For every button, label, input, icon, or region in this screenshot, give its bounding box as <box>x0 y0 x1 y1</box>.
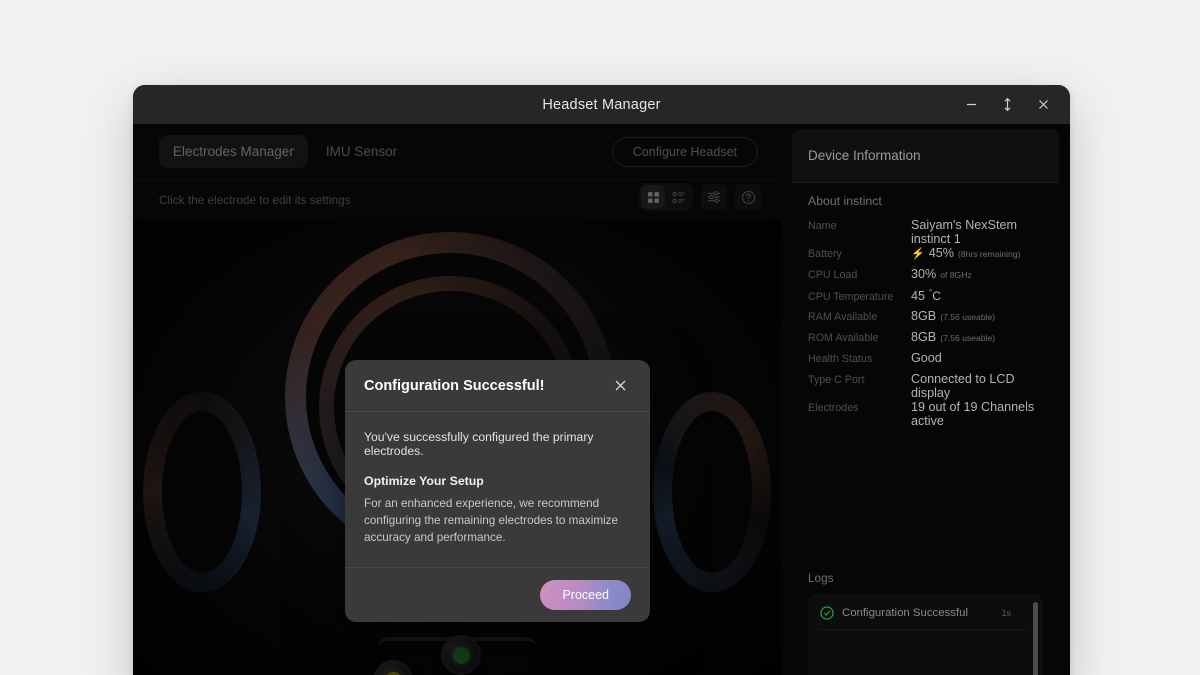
device-info-value: 8GB (7.56 useable) <box>911 330 995 344</box>
device-info-row: RAM Available 8GB (7.56 useable) <box>808 309 1043 330</box>
dialog-body: You've successfully configured the prima… <box>345 412 650 568</box>
title-bar: Headset Manager <box>133 85 1070 124</box>
about-title: About instinct <box>808 194 882 208</box>
device-info-value-text: 19 out of 19 Channels active <box>911 400 1035 428</box>
device-info-value: 19 out of 19 Channels active <box>911 400 1043 428</box>
about-section: About instinct Name Saiyam's NexStem inst… <box>792 194 1059 428</box>
log-entry-text: Configuration Successful <box>842 607 968 619</box>
device-info-key: Battery <box>808 248 842 260</box>
device-info-row: Name Saiyam's NexStem instinct 1 <box>808 218 1043 246</box>
device-info-key: Electrodes <box>808 402 859 414</box>
dialog-close-icon[interactable] <box>609 375 631 397</box>
app-window: Headset Manager Electrodes Manager IMU S… <box>133 85 1070 675</box>
device-info-value-text: Saiyam's NexStem instinct 1 <box>911 218 1017 246</box>
device-info-value: 30% of 8GHz <box>911 267 972 281</box>
device-info-key: Health Status <box>808 353 873 365</box>
log-entry[interactable]: Configuration Successful 1s <box>820 602 1025 630</box>
dialog-header: Configuration Successful! <box>345 360 650 412</box>
logs-title: Logs <box>808 571 834 585</box>
device-info-value: 8GB (7.56 useable) <box>911 309 995 323</box>
device-info-note: (7.56 useable) <box>940 312 996 322</box>
log-entry-time: 1s <box>1001 608 1011 618</box>
device-info-row: CPU Temperature 45 °C <box>808 288 1043 309</box>
check-circle-icon <box>820 606 834 620</box>
device-information-panel: Device Information About instinct Name Sa… <box>781 124 1070 675</box>
device-info-note: (8hrs remaining) <box>957 249 1021 259</box>
dialog-description: For an enhanced experience, we recommend… <box>364 497 619 545</box>
bolt-icon: ⚡ <box>911 248 925 260</box>
page-root: Headset Manager Electrodes Manager IMU S… <box>0 0 1200 675</box>
logs-list[interactable]: Configuration Successful 1s <box>808 594 1043 675</box>
device-info-note: of 8GHz <box>940 270 972 280</box>
device-info-key: Name <box>808 220 837 232</box>
proceed-button[interactable]: Proceed <box>540 579 631 610</box>
device-info-note: (7.56 useable) <box>940 333 996 343</box>
device-info-value-text: 45% <box>928 246 954 260</box>
device-info-value-text: 8GB <box>911 330 937 344</box>
window-title: Headset Manager <box>542 96 661 113</box>
device-info-value: Saiyam's NexStem instinct 1 <box>911 218 1043 246</box>
device-info-key: RAM Available <box>808 311 878 323</box>
device-info-key: Type C Port <box>808 374 865 386</box>
device-info-row: ROM Available 8GB (7.56 useable) <box>808 330 1043 351</box>
dialog-message: You've successfully configured the prima… <box>364 430 594 458</box>
device-info-value-text: Connected to LCD display <box>911 372 1015 400</box>
window-controls <box>956 85 1058 124</box>
dialog-title: Configuration Successful! <box>364 377 545 394</box>
electrodes-panel: Electrodes Manager IMU Sensor Configure … <box>133 124 781 675</box>
minimize-button[interactable] <box>956 91 986 119</box>
device-info-value-text: Good <box>911 351 942 365</box>
device-info-value: Good <box>911 351 942 365</box>
device-info-value-text: 8GB <box>911 309 937 323</box>
device-rows: Name Saiyam's NexStem instinct 1 Battery ⚡ 4… <box>792 218 1059 428</box>
device-info-value-text: 30% <box>911 267 937 281</box>
device-info-key: CPU Temperature <box>808 291 894 303</box>
close-button[interactable] <box>1028 91 1058 119</box>
device-info-key: CPU Load <box>808 269 858 281</box>
device-info-row: CPU Load 30% of 8GHz <box>808 267 1043 288</box>
device-info-value-text: 45 <box>911 289 926 303</box>
device-info-key: ROM Available <box>808 332 879 344</box>
device-info-header: Device Information <box>792 129 1059 183</box>
window-body: Electrodes Manager IMU Sensor Configure … <box>133 124 1070 675</box>
device-info-title: Device Information <box>808 148 921 163</box>
device-info-value: Connected to LCD display <box>911 372 1043 400</box>
device-info-row: Type C Port Connected to LCD display <box>808 372 1043 400</box>
device-info-row: Electrodes 19 out of 19 Channels active <box>808 400 1043 428</box>
device-info-value: 45 °C <box>911 288 941 303</box>
device-info-unit: °C <box>929 288 941 303</box>
device-info-row: Battery ⚡ 45% (8hrs remaining) <box>808 246 1043 267</box>
configuration-success-dialog: Configuration Successful! You've success… <box>345 360 650 622</box>
maximize-button[interactable] <box>992 91 1022 119</box>
device-info-row: Health Status Good <box>808 351 1043 372</box>
dialog-subtitle: Optimize Your Setup <box>364 474 484 488</box>
logs-scrollbar-thumb[interactable] <box>1033 602 1038 675</box>
logs-section: Logs Configuration Successful 1s <box>792 571 1059 675</box>
device-info-value: ⚡ 45% (8hrs remaining) <box>911 246 1021 260</box>
dialog-footer: Proceed <box>345 568 650 622</box>
